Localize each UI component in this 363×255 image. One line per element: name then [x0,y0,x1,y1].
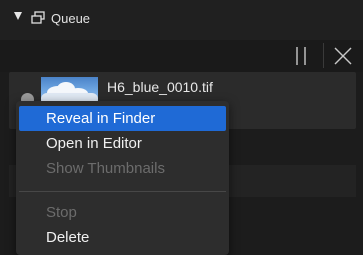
menu-item-delete[interactable]: Delete [19,225,226,250]
close-icon[interactable] [332,42,354,70]
queue-icon [31,11,45,24]
sky-clouds-thumbnail [41,77,98,103]
panel-title: Queue [51,11,91,26]
context-menu: Reveal in Finder Open in Editor Show Thu… [16,101,229,255]
disclosure-triangle-icon[interactable] [14,12,22,20]
menu-separator [19,191,226,192]
menu-item-show-thumbnails[interactable]: Show Thumbnails [19,156,226,181]
menu-item-reveal-in-finder[interactable]: Reveal in Finder [19,106,226,131]
queue-item-filename: H6_blue_0010.tif [107,79,213,95]
menu-item-stop[interactable]: Stop [19,200,226,225]
menu-item-open-in-editor[interactable]: Open in Editor [19,131,226,156]
pause-icon[interactable] [290,42,312,70]
toolbar-divider [323,43,324,68]
